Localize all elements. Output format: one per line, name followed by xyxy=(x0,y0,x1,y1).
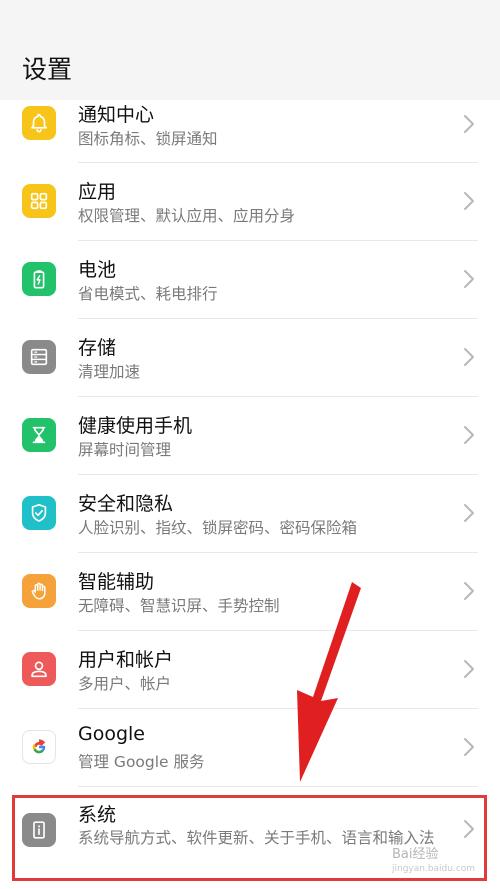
chevron-right-icon xyxy=(462,503,476,523)
chevron-right-icon xyxy=(462,659,476,679)
settings-item-label: 通知中心 xyxy=(78,104,155,126)
chevron-right-icon xyxy=(462,819,476,839)
settings-item-subtitle: 人脸识别、指纹、锁屏密码、密码保险箱 xyxy=(78,519,358,537)
settings-item-assistance[interactable]: 智能辅助 无障碍、智慧识屏、手势控制 xyxy=(0,553,500,631)
chevron-right-icon xyxy=(462,425,476,445)
chevron-right-icon xyxy=(462,347,476,367)
header: 设置 xyxy=(0,0,500,100)
settings-item-label: 系统 xyxy=(78,804,117,826)
page-title: 设置 xyxy=(22,55,73,84)
settings-list: 通知中心 图标角标、锁屏通知 应用 权限管理、默认应用、应用分身 电池 省电模式… xyxy=(0,100,500,889)
settings-item-subtitle: 权限管理、默认应用、应用分身 xyxy=(78,207,296,225)
apps-grid-icon xyxy=(22,184,56,218)
chevron-right-icon xyxy=(462,191,476,211)
hourglass-icon xyxy=(22,418,56,452)
settings-item-label: 智能辅助 xyxy=(78,571,155,593)
google-icon xyxy=(22,730,56,764)
watermark-text: Bai经验 xyxy=(392,847,439,862)
settings-item-users[interactable]: 用户和帐户 多用户、帐户 xyxy=(0,631,500,709)
chevron-right-icon xyxy=(462,581,476,601)
settings-item-storage[interactable]: 存储 清理加速 xyxy=(0,319,500,397)
settings-item-subtitle: 管理 Google 服务 xyxy=(78,753,205,771)
hand-icon xyxy=(22,574,56,608)
shield-icon xyxy=(22,496,56,530)
settings-item-label: Google xyxy=(78,723,146,745)
settings-item-apps[interactable]: 应用 权限管理、默认应用、应用分身 xyxy=(0,163,500,241)
settings-item-label: 应用 xyxy=(78,181,117,203)
settings-item-subtitle: 无障碍、智慧识屏、手势控制 xyxy=(78,597,280,615)
storage-icon xyxy=(22,340,56,374)
watermark: Bai经验 jingyan.baidu.com xyxy=(392,843,475,874)
chevron-right-icon xyxy=(462,269,476,289)
settings-item-battery[interactable]: 电池 省电模式、耗电排行 xyxy=(0,241,500,319)
settings-item-subtitle: 屏幕时间管理 xyxy=(78,441,172,459)
info-icon xyxy=(22,813,56,847)
settings-item-google[interactable]: Google 管理 Google 服务 xyxy=(0,709,500,787)
settings-item-label: 电池 xyxy=(78,259,117,281)
settings-item-subtitle: 清理加速 xyxy=(78,363,141,381)
settings-item-subtitle: 省电模式、耗电排行 xyxy=(78,285,218,303)
settings-item-security[interactable]: 安全和隐私 人脸识别、指纹、锁屏密码、密码保险箱 xyxy=(0,475,500,553)
settings-item-label: 用户和帐户 xyxy=(78,649,174,671)
settings-item-notifications[interactable]: 通知中心 图标角标、锁屏通知 xyxy=(0,100,500,163)
watermark-url: jingyan.baidu.com xyxy=(392,864,476,874)
chevron-right-icon xyxy=(462,737,476,757)
settings-item-label: 安全和隐私 xyxy=(78,493,174,515)
user-icon xyxy=(22,652,56,686)
settings-item-subtitle: 多用户、帐户 xyxy=(78,675,172,693)
battery-icon xyxy=(22,262,56,296)
bell-icon xyxy=(22,106,56,140)
settings-item-label: 健康使用手机 xyxy=(78,415,193,437)
chevron-right-icon xyxy=(462,114,476,134)
settings-item-subtitle: 图标角标、锁屏通知 xyxy=(78,130,218,148)
settings-item-digital-balance[interactable]: 健康使用手机 屏幕时间管理 xyxy=(0,397,500,475)
settings-item-label: 存储 xyxy=(78,337,117,359)
